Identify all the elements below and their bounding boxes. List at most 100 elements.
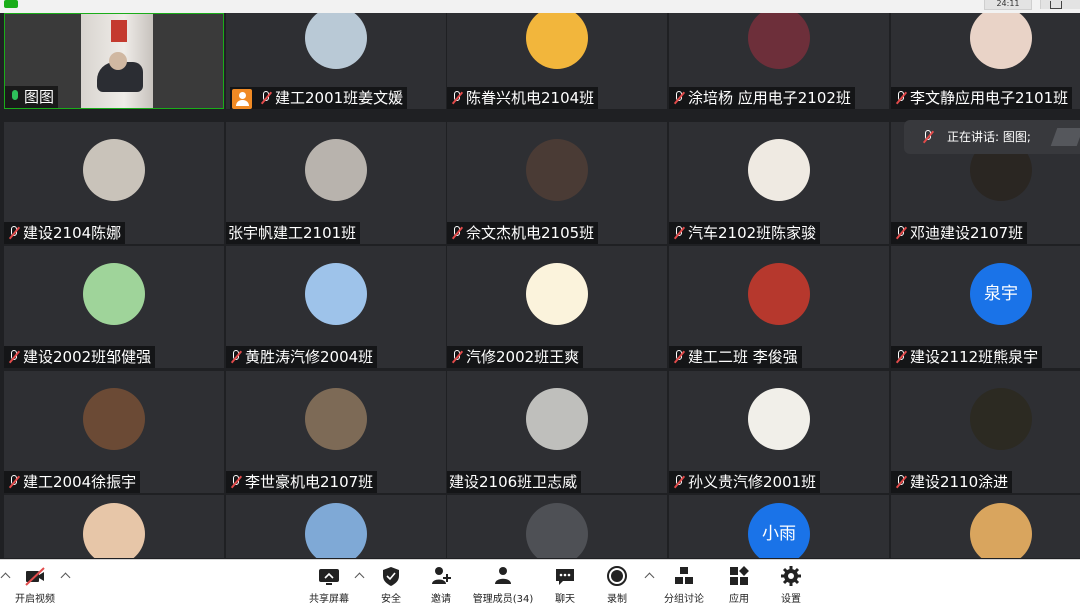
muted-mic-icon (894, 349, 908, 365)
participant-tile[interactable]: 李文静应用电子2101班 (891, 13, 1080, 109)
muted-mic-icon (229, 349, 243, 365)
settings-label: 设置 (781, 594, 801, 605)
participant-tile[interactable]: 图图 (4, 13, 224, 109)
muted-mic-icon (7, 349, 21, 365)
participant-tile[interactable] (891, 495, 1080, 558)
participant-name: 建工二班 李俊强 (688, 348, 798, 366)
avatar (526, 13, 588, 69)
participant-name: 建设2104陈娜 (23, 224, 122, 242)
breakout-button[interactable]: 分组讨论 (660, 565, 708, 605)
host-person-icon (232, 88, 252, 109)
meeting-toolbar: 开启视频 共享屏幕 安全 邀请 管理成员(34) 聊天 录制 分组讨论 应用 设… (0, 559, 1080, 607)
video-button[interactable]: 开启视频 (10, 565, 60, 605)
avatar (305, 139, 367, 201)
share-screen-icon (318, 565, 340, 587)
muted-mic-icon (672, 474, 686, 490)
app-logo-icon (4, 0, 18, 8)
mic-on-icon (8, 89, 22, 105)
collapse-handle[interactable] (1050, 128, 1080, 146)
participant-tile[interactable]: 汽修2002班王爽 (447, 246, 667, 368)
share-screen-label: 共享屏幕 (309, 594, 349, 605)
avatar (83, 263, 145, 325)
participant-nameplate: 张宇帆建工2101班 (226, 222, 361, 244)
participant-tile[interactable]: 建设2104陈娜 (4, 122, 224, 244)
invite-button[interactable]: 邀请 (422, 565, 460, 605)
record-options-chevron-icon[interactable] (644, 572, 655, 583)
participant-tile[interactable]: 陈眷兴机电2104班 (447, 13, 667, 109)
participant-nameplate: 建设2002班邹健强 (4, 346, 156, 368)
security-label: 安全 (381, 594, 401, 605)
participant-tile[interactable]: 建设2110涂进 (891, 371, 1080, 493)
participant-nameplate: 汽车2102班陈家骏 (669, 222, 821, 244)
muted-mic-icon (921, 129, 935, 145)
video-options-chevron-icon[interactable] (60, 572, 71, 583)
participant-name: 建工2001班姜文媛 (275, 89, 404, 107)
participant-nameplate: 涂培杨 应用电子2102班 (669, 87, 855, 109)
apps-button[interactable]: 应用 (720, 565, 758, 605)
settings-button[interactable]: 设置 (772, 565, 810, 605)
avatar (970, 13, 1032, 69)
avatar (526, 263, 588, 325)
shield-icon (380, 565, 402, 587)
participant-name: 李世豪机电2107班 (245, 473, 374, 491)
participant-nameplate: 建设2112班熊泉宇 (891, 346, 1043, 368)
members-icon (492, 565, 514, 587)
view-toggle-button[interactable] (1040, 0, 1080, 9)
participant-tile[interactable]: 佘文杰机电2105班 (447, 122, 667, 244)
muted-mic-icon (450, 90, 464, 106)
participant-nameplate: 李世豪机电2107班 (226, 471, 378, 493)
participant-name: 佘文杰机电2105班 (466, 224, 595, 242)
participant-nameplate: 建工2004徐振宇 (4, 471, 141, 493)
chat-button[interactable]: 聊天 (546, 565, 584, 605)
muted-mic-icon (7, 225, 21, 241)
muted-mic-icon (894, 90, 908, 106)
share-screen-button[interactable]: 共享屏幕 (304, 565, 354, 605)
avatar (970, 503, 1032, 558)
participant-tile[interactable]: 泉宇 建设2112班熊泉宇 (891, 246, 1080, 368)
avatar (748, 139, 810, 201)
muted-mic-icon (894, 474, 908, 490)
avatar (83, 503, 145, 558)
muted-mic-icon (672, 90, 686, 106)
muted-mic-icon (450, 225, 464, 241)
participant-tile[interactable]: 黄胜涛汽修2004班 (226, 246, 446, 368)
participant-tile[interactable]: 小雨 (669, 495, 889, 558)
grid-view-icon (1050, 1, 1062, 9)
speaking-indicator: 正在讲话: 图图; (904, 120, 1080, 154)
participant-nameplate: 建设2110涂进 (891, 471, 1013, 493)
participant-tile[interactable]: 建设2106班卫志威 (447, 371, 667, 493)
manage-members-button[interactable]: 管理成员(34) (470, 565, 536, 605)
avatar (83, 388, 145, 450)
muted-mic-icon (672, 349, 686, 365)
invite-person-icon (430, 565, 452, 587)
participant-name: 张宇帆建工2101班 (228, 224, 357, 242)
participant-tile[interactable]: 建设2002班邹健强 (4, 246, 224, 368)
participant-tile[interactable] (447, 495, 667, 558)
participant-tile[interactable]: 张宇帆建工2101班 (226, 122, 446, 244)
record-icon (606, 565, 628, 587)
record-label: 录制 (607, 594, 627, 605)
record-button[interactable]: 录制 (598, 565, 636, 605)
breakout-rooms-icon (673, 565, 695, 587)
participant-tile[interactable]: 孙义贵汽修2001班 (669, 371, 889, 493)
participant-nameplate: 建工二班 李俊强 (669, 346, 802, 368)
participant-tile[interactable] (4, 495, 224, 558)
video-feed-head (109, 52, 127, 70)
participant-tile[interactable]: 建工二班 李俊强 (669, 246, 889, 368)
share-options-chevron-icon[interactable] (354, 572, 365, 583)
chat-label: 聊天 (555, 594, 575, 605)
participant-tile[interactable]: 汽车2102班陈家骏 (669, 122, 889, 244)
members-label: 管理成员(34) (472, 594, 534, 605)
avatar: 小雨 (748, 503, 810, 558)
participant-tile[interactable]: 涂培杨 应用电子2102班 (669, 13, 889, 109)
security-button[interactable]: 安全 (372, 565, 410, 605)
participant-tile[interactable]: 建工2001班姜文媛 (226, 13, 446, 109)
participant-name: 涂培杨 应用电子2102班 (688, 89, 851, 107)
participant-tile[interactable]: 李世豪机电2107班 (226, 371, 446, 493)
participant-tile[interactable]: 建工2004徐振宇 (4, 371, 224, 493)
gear-icon (780, 565, 802, 587)
participant-tile[interactable] (226, 495, 446, 558)
avatar (305, 13, 367, 69)
avatar (305, 388, 367, 450)
audio-options-chevron-icon[interactable] (0, 572, 11, 583)
